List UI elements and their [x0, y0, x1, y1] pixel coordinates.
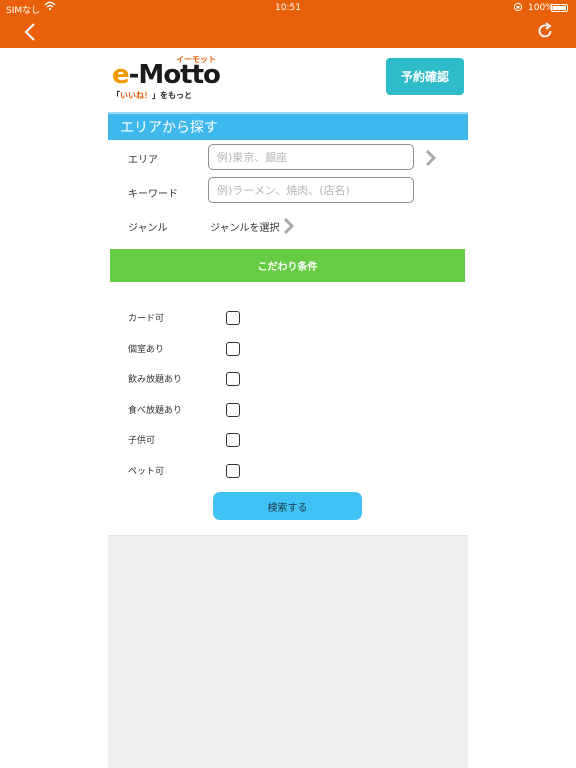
option-label: 食べ放題あり	[128, 406, 183, 416]
refresh-icon	[538, 22, 552, 38]
genre-chevron-button[interactable]	[282, 216, 296, 236]
area-input[interactable]: 例)東京、銀座	[208, 144, 414, 170]
navigation-bar: SIMなし 10:51 100%	[0, 0, 576, 48]
logo-kana: イーモット	[176, 55, 216, 64]
keyword-input[interactable]: 例)ラーメン、焼肉、(店名)	[208, 177, 414, 203]
card-accepted-checkbox[interactable]	[226, 311, 240, 325]
clock: 10:51	[275, 3, 301, 13]
genre-select[interactable]: ジャンルを選択	[210, 219, 280, 234]
all-you-can-drink-checkbox[interactable]	[226, 372, 240, 386]
keyword-label: キーワード	[128, 189, 178, 200]
area-label: エリア	[128, 155, 158, 166]
refresh-button[interactable]	[535, 21, 555, 41]
emotto-logo: e-Motto イーモット 「いいね！」をもっと	[112, 55, 242, 102]
all-you-can-eat-checkbox[interactable]	[226, 403, 240, 417]
section-title: エリアから探す	[108, 112, 468, 140]
rotation-lock-icon	[513, 2, 523, 15]
search-button[interactable]: 検索する	[213, 492, 362, 520]
pets-ok-checkbox[interactable]	[226, 464, 240, 478]
chevron-right-icon	[425, 149, 437, 167]
battery-percent: 100%	[528, 3, 554, 13]
chevron-right-icon	[283, 217, 295, 235]
battery-icon	[551, 4, 568, 12]
option-label: 飲み放題あり	[128, 375, 183, 385]
status-bar: SIMなし 10:51 100%	[0, 0, 576, 16]
option-label: 個室あり	[128, 345, 165, 355]
genre-label: ジャンル	[128, 223, 168, 234]
option-label: ペット可	[128, 467, 165, 477]
private-room-checkbox[interactable]	[226, 342, 240, 356]
option-label: カード可	[128, 314, 165, 324]
filter-conditions-bar[interactable]: こだわり条件	[110, 249, 465, 282]
option-label: 子供可	[128, 436, 156, 446]
reservation-check-button[interactable]: 予約確認	[386, 58, 464, 95]
chevron-left-icon	[24, 23, 35, 41]
empty-results-area	[108, 535, 468, 768]
back-button[interactable]	[22, 22, 40, 42]
logo-tagline: 「いいね！」をもっと	[112, 91, 192, 100]
children-ok-checkbox[interactable]	[226, 433, 240, 447]
area-chevron-button[interactable]	[424, 148, 438, 168]
